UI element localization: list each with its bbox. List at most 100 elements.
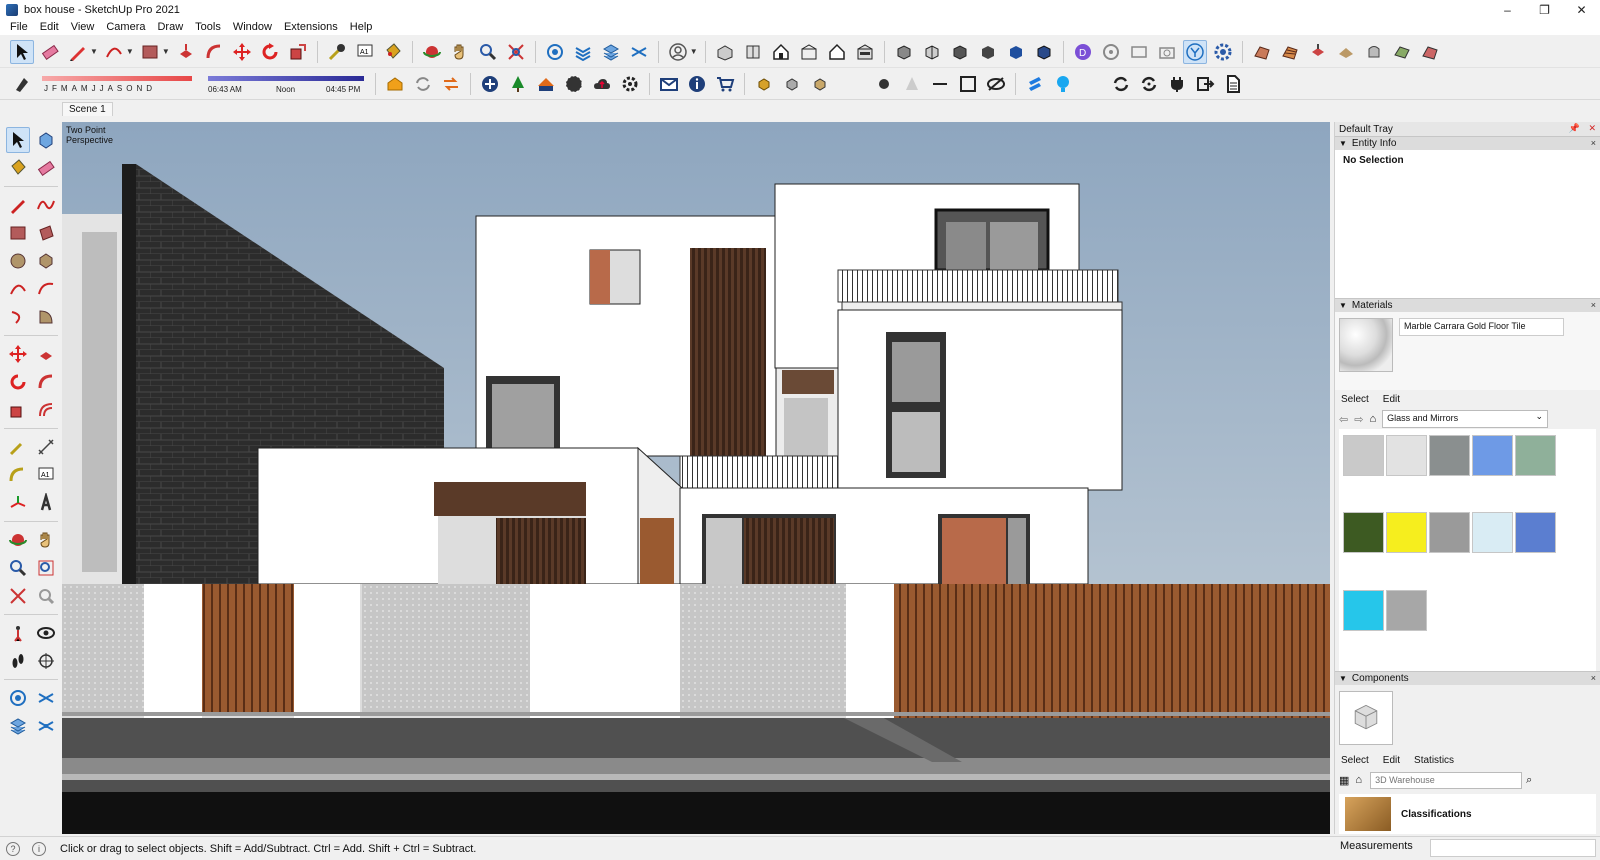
- hidden-line-button[interactable]: [948, 40, 972, 64]
- move-tool[interactable]: [6, 341, 30, 367]
- freehand-tool[interactable]: [34, 192, 58, 218]
- material-swatch[interactable]: [1515, 435, 1556, 476]
- tape-measure-button[interactable]: [325, 40, 349, 64]
- material-swatch[interactable]: [1386, 589, 1427, 631]
- menu-tools[interactable]: Tools: [189, 21, 227, 33]
- material-swatch[interactable]: [1343, 589, 1384, 631]
- shape-dropdown-icon[interactable]: ▼: [162, 47, 170, 56]
- eraser-tool[interactable]: [34, 155, 58, 181]
- component-thumbnail[interactable]: [1339, 691, 1393, 745]
- menu-camera[interactable]: Camera: [100, 21, 151, 33]
- account-dropdown-icon[interactable]: ▼: [690, 47, 698, 56]
- info-button[interactable]: [685, 72, 709, 96]
- refresh-button[interactable]: [1109, 72, 1133, 96]
- scene-tab[interactable]: Scene 1: [62, 102, 113, 116]
- monochrome-button[interactable]: [1032, 40, 1056, 64]
- components-close-icon[interactable]: ×: [1591, 673, 1596, 683]
- geo-location-icon[interactable]: ?: [6, 841, 20, 856]
- library-select[interactable]: Glass and Mirrors: [1382, 410, 1549, 428]
- checker-button[interactable]: [562, 72, 586, 96]
- top-view-button[interactable]: [741, 40, 765, 64]
- menu-draw[interactable]: Draw: [151, 21, 189, 33]
- zoom-window-tool[interactable]: [34, 555, 58, 581]
- sandbox-6-button[interactable]: [1390, 40, 1414, 64]
- material-swatch[interactable]: [1343, 512, 1384, 554]
- pie-tool[interactable]: [34, 304, 58, 330]
- material-swatch[interactable]: [1343, 435, 1384, 476]
- section-tool[interactable]: [34, 648, 58, 674]
- sandbox-2-button[interactable]: [1278, 40, 1302, 64]
- sandbox-5-button[interactable]: [1362, 40, 1386, 64]
- push-pull-tool[interactable]: [34, 341, 58, 367]
- protractor-tool[interactable]: [6, 462, 30, 488]
- entity-info-close-icon[interactable]: ×: [1591, 138, 1596, 148]
- materials-select-tab[interactable]: Select: [1341, 394, 1369, 405]
- classifications-row[interactable]: Classifications: [1339, 794, 1596, 834]
- section-display-tool[interactable]: [34, 685, 58, 711]
- zoom-extents-tool[interactable]: [6, 583, 30, 609]
- components-statistics-tab[interactable]: Statistics: [1414, 755, 1454, 766]
- export-button[interactable]: [1193, 72, 1217, 96]
- model-info-button[interactable]: [543, 40, 567, 64]
- maximize-button[interactable]: ❐: [1526, 0, 1563, 20]
- line-tool[interactable]: [6, 192, 30, 218]
- paint-tool[interactable]: [6, 155, 30, 181]
- pan-tool[interactable]: [34, 527, 58, 553]
- text-tool[interactable]: A1: [34, 462, 58, 488]
- three-point-arc-tool[interactable]: [6, 304, 30, 330]
- sandbox-3-button[interactable]: [1306, 40, 1330, 64]
- minimize-button[interactable]: –: [1489, 0, 1526, 20]
- material-swatch[interactable]: [1472, 512, 1513, 554]
- model-viewport[interactable]: Two Point Perspective: [62, 122, 1330, 834]
- box-tool-2-button[interactable]: [780, 72, 804, 96]
- extension-film-button[interactable]: [1127, 40, 1151, 64]
- extension-active-button[interactable]: [1182, 39, 1207, 64]
- follow-me-tool[interactable]: [34, 369, 58, 395]
- menu-help[interactable]: Help: [344, 21, 379, 33]
- material-swatch[interactable]: [1472, 435, 1513, 476]
- select-tool-button[interactable]: [10, 39, 34, 64]
- add-button[interactable]: [478, 72, 502, 96]
- material-swatch[interactable]: [1515, 512, 1556, 554]
- move-button[interactable]: [230, 40, 254, 64]
- info-circle-icon[interactable]: i: [32, 841, 46, 856]
- material-swatch[interactable]: [1386, 512, 1427, 554]
- material-swatch[interactable]: [1429, 512, 1470, 554]
- back-view-button[interactable]: [825, 40, 849, 64]
- export-layout-button[interactable]: [439, 72, 463, 96]
- rotated-rectangle-tool[interactable]: [34, 220, 58, 246]
- zoom-button[interactable]: [476, 40, 500, 64]
- box-tool-1-button[interactable]: [752, 72, 776, 96]
- mail-button[interactable]: [657, 72, 681, 96]
- tags-button[interactable]: [599, 40, 623, 64]
- idea-button[interactable]: [1051, 72, 1075, 96]
- component-tool[interactable]: [34, 127, 58, 153]
- view-options-icon[interactable]: ▦: [1339, 774, 1349, 787]
- left-view-button[interactable]: [853, 40, 877, 64]
- rotate-tool[interactable]: [6, 369, 30, 395]
- entity-info-header[interactable]: ▼ Entity Info ×: [1335, 136, 1600, 150]
- walk-tool[interactable]: [6, 648, 30, 674]
- cone-button[interactable]: [900, 72, 924, 96]
- extension-target-button[interactable]: [1099, 40, 1123, 64]
- cloud-upload-button[interactable]: [590, 72, 614, 96]
- home-icon[interactable]: ⌂: [1369, 413, 1376, 425]
- menu-view[interactable]: View: [65, 21, 101, 33]
- home-icon[interactable]: ⌂: [1355, 774, 1362, 786]
- extension-gear-button[interactable]: [1211, 40, 1235, 64]
- menu-extensions[interactable]: Extensions: [278, 21, 344, 33]
- menu-edit[interactable]: Edit: [34, 21, 65, 33]
- polygon-tool[interactable]: [34, 248, 58, 274]
- search-icon[interactable]: ⌕: [1526, 774, 1532, 787]
- shaded-textures-button[interactable]: [1004, 40, 1028, 64]
- box-tool-3-button[interactable]: [808, 72, 832, 96]
- sandbox-1-button[interactable]: [1250, 40, 1274, 64]
- menu-file[interactable]: File: [4, 21, 34, 33]
- components-select-tab[interactable]: Select: [1341, 755, 1369, 766]
- materials-edit-tab[interactable]: Edit: [1383, 394, 1400, 405]
- extension-purple-button[interactable]: D: [1071, 40, 1095, 64]
- menu-window[interactable]: Window: [227, 21, 278, 33]
- pan-button[interactable]: [448, 40, 472, 64]
- materials-close-icon[interactable]: ×: [1591, 300, 1596, 310]
- text-tool-button[interactable]: A1: [353, 40, 377, 64]
